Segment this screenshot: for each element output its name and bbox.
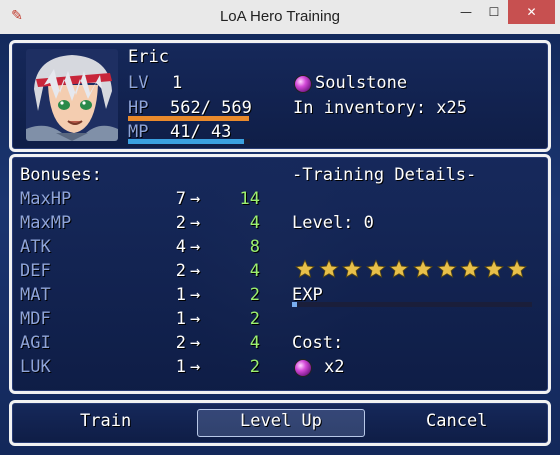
star-icon bbox=[389, 259, 410, 279]
bonus-current-value: 2 bbox=[175, 261, 186, 281]
hp-gauge bbox=[128, 116, 250, 121]
bonus-current-value: 1 bbox=[175, 357, 186, 377]
star-icon bbox=[436, 259, 457, 279]
hero-portrait bbox=[26, 49, 118, 141]
hero-name: Eric bbox=[128, 47, 169, 67]
bonus-arrow-icon: → bbox=[190, 333, 201, 353]
bonus-current-value: 1 bbox=[175, 309, 186, 329]
hp-label: HP bbox=[128, 98, 149, 118]
bonus-current-value: 2 bbox=[175, 213, 186, 233]
cost-label: Cost: bbox=[292, 333, 344, 353]
star-icon bbox=[507, 259, 528, 279]
game-area: Eric LV 1 HP 562/ 569 MP 41/ 43 Soulston… bbox=[0, 34, 560, 455]
training-details-header: -Training Details- bbox=[292, 165, 477, 185]
exp-gauge-fill bbox=[292, 302, 297, 307]
hp-gauge-fill bbox=[128, 116, 249, 121]
close-button[interactable]: ✕ bbox=[508, 0, 555, 24]
bonus-next-value: 8 bbox=[249, 237, 260, 257]
game-window: ✎ LoA Hero Training — ☐ ✕ Eric LV 1 HP 5… bbox=[0, 0, 560, 455]
mp-gauge-fill bbox=[128, 139, 245, 144]
soulstone-inventory: In inventory: x25 bbox=[293, 98, 467, 118]
bonus-stat-name: MDF bbox=[20, 309, 51, 329]
bonus-arrow-icon: → bbox=[190, 357, 201, 377]
star-icon bbox=[460, 259, 481, 279]
bonus-next-value: 4 bbox=[249, 333, 260, 353]
title-bar[interactable]: ✎ LoA Hero Training — ☐ ✕ bbox=[0, 0, 560, 35]
star-icon bbox=[365, 259, 386, 279]
minimize-button[interactable]: — bbox=[452, 0, 480, 24]
bonus-current-value: 2 bbox=[175, 333, 186, 353]
bonuses-header: Bonuses: bbox=[20, 165, 102, 185]
bonus-stat-name: ATK bbox=[20, 237, 51, 257]
bonus-next-value: 14 bbox=[239, 189, 260, 209]
star-icon bbox=[342, 259, 363, 279]
bonus-arrow-icon: → bbox=[190, 309, 201, 329]
level-value: 1 bbox=[172, 73, 183, 93]
bonus-next-value: 2 bbox=[249, 285, 260, 305]
bonus-current-value: 7 bbox=[175, 189, 186, 209]
bonus-stat-name: LUK bbox=[20, 357, 51, 377]
train-command[interactable]: Train bbox=[80, 411, 131, 431]
soulstone-gem-icon bbox=[295, 76, 311, 92]
bonus-next-value: 2 bbox=[249, 357, 260, 377]
star-icon bbox=[413, 259, 433, 279]
bonus-stat-name: MaxMP bbox=[20, 213, 72, 233]
level-up-command[interactable]: Level Up bbox=[240, 411, 322, 431]
hero-status-panel: Eric LV 1 HP 562/ 569 MP 41/ 43 Soulston… bbox=[9, 40, 551, 152]
mp-gauge bbox=[128, 139, 250, 144]
hp-value: 562/ 569 bbox=[170, 98, 252, 118]
bonus-arrow-icon: → bbox=[190, 237, 201, 257]
command-panel: Train Level Up Cancel bbox=[9, 400, 551, 446]
star-icon bbox=[483, 259, 504, 279]
bonus-arrow-icon: → bbox=[190, 213, 201, 233]
bonus-stat-name: MaxHP bbox=[20, 189, 72, 209]
training-level: Level: 0 bbox=[292, 213, 374, 233]
bonus-next-value: 4 bbox=[249, 213, 260, 233]
cancel-command[interactable]: Cancel bbox=[426, 411, 487, 431]
bonus-stat-name: DEF bbox=[20, 261, 51, 281]
exp-gauge bbox=[292, 302, 532, 307]
bonus-stat-name: MAT bbox=[20, 285, 51, 305]
bonus-next-value: 4 bbox=[249, 261, 260, 281]
bonus-arrow-icon: → bbox=[190, 189, 201, 209]
training-panel: Bonuses: MaxHP 7 → 14 MaxMP 2 → 4 ATK 4 → 8 DEF 2 → 4 MA… bbox=[9, 154, 551, 394]
bonus-stat-name: AGI bbox=[20, 333, 51, 353]
maximize-button[interactable]: ☐ bbox=[480, 0, 508, 24]
cost-soulstone-icon bbox=[295, 360, 311, 376]
bonus-next-value: 2 bbox=[249, 309, 260, 329]
bonus-arrow-icon: → bbox=[190, 261, 201, 281]
star-icon bbox=[295, 259, 315, 279]
star-icon bbox=[318, 259, 339, 279]
bonus-arrow-icon: → bbox=[190, 285, 201, 305]
soulstone-name: Soulstone bbox=[315, 73, 408, 93]
bonus-current-value: 4 bbox=[175, 237, 186, 257]
level-label: LV bbox=[128, 73, 149, 93]
cost-amount: x2 bbox=[324, 357, 345, 377]
bonus-current-value: 1 bbox=[175, 285, 186, 305]
